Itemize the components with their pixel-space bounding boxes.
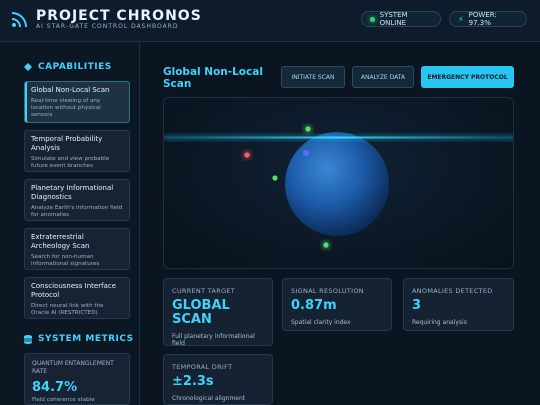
stat-card-signal-resolution: SIGNAL RESOLUTION 0.87m Spatial clarity … [282, 278, 392, 331]
stat-label: TEMPORAL DRIFT [172, 363, 233, 371]
capability-item-temporal-analysis[interactable]: Temporal Probability Analysis Simulate a… [24, 130, 130, 172]
stat-desc: Spatial clarity index [291, 319, 351, 326]
app-subtitle: AI STAR-GATE CONTROL DASHBOARD [36, 23, 179, 30]
anomaly-marker-blue[interactable] [303, 150, 309, 156]
anomaly-marker-green[interactable] [305, 126, 311, 132]
database-icon [24, 334, 32, 344]
globe [285, 132, 389, 236]
stat-value: ±2.3s [172, 374, 214, 389]
stat-value: GLOBAL SCAN [172, 298, 230, 327]
stat-label: SIGNAL RESOLUTION [291, 287, 364, 295]
diamond-icon [24, 63, 32, 71]
analyze-data-label: ANALYZE DATA [360, 73, 406, 81]
stat-desc: Full planetary informational field [172, 333, 255, 347]
lightning-bolt-icon: ⚡ [458, 14, 464, 24]
stat-card-current-target: CURRENT TARGET GLOBAL SCAN Full planetar… [163, 278, 273, 347]
power-label: POWER: 97.3% [468, 11, 497, 27]
stat-value: 0.87m [291, 298, 337, 313]
initiate-scan-label: INITIATE SCAN [291, 73, 335, 81]
analyze-data-button[interactable]: ANALYZE DATA [352, 66, 414, 88]
capabilities-heading: CAPABILITIES [24, 62, 112, 72]
capability-item-planetary-diagnostics[interactable]: Planetary Informational Diagnostics Anal… [24, 179, 130, 221]
anomaly-marker-red[interactable] [244, 152, 250, 158]
stat-card-anomalies-detected: ANOMALIES DETECTED 3 Requiring analysis [403, 278, 514, 331]
capability-item-archeology-scan[interactable]: Extraterrestrial Archeology Scan Search … [24, 228, 130, 270]
stat-label: CURRENT TARGET [172, 287, 236, 295]
emergency-protocol-label: EMERGENCY PROTOCOL [427, 73, 508, 81]
initiate-scan-button[interactable]: INITIATE SCAN [281, 66, 345, 88]
capability-item-global-scan[interactable]: Global Non-Local Scan Real-time viewing … [24, 81, 130, 123]
stat-label: ANOMALIES DETECTED [412, 287, 493, 295]
app-title: PROJECT CHRONOS [36, 8, 202, 24]
metric-label: QUANTUM ENTANGLEMENT RATE [32, 360, 114, 375]
power-status-pill: ⚡ POWER: 97.3% [449, 11, 527, 27]
capability-item-consciousness-interface[interactable]: Consciousness Interface Protocol Direct … [24, 277, 130, 319]
page-title: Global Non-Local Scan [163, 66, 263, 90]
sidebar: CAPABILITIES Global Non-Local Scan Real-… [0, 42, 140, 405]
online-indicator-icon [370, 16, 375, 22]
metric-note: Field coherence stable [32, 397, 95, 403]
stat-card-temporal-drift: TEMPORAL DRIFT ±2.3s Chronological align… [163, 354, 273, 405]
metric-card-entanglement: QUANTUM ENTANGLEMENT RATE 84.7% Field co… [24, 353, 130, 405]
anomaly-marker-green[interactable] [323, 242, 329, 248]
metric-value: 84.7% [32, 380, 78, 395]
wifi-signal-icon [11, 12, 27, 28]
scan-visualization-canvas [164, 124, 513, 250]
system-status-label: SYSTEM ONLINE [379, 11, 408, 27]
app-header: PROJECT CHRONOS AI STAR-GATE CONTROL DAS… [0, 0, 540, 42]
stat-value: 3 [412, 298, 422, 313]
stat-desc: Chronological alignment [172, 395, 246, 402]
scan-visualization [163, 97, 514, 269]
stat-desc: Requiring analysis [412, 319, 467, 326]
emergency-protocol-button[interactable]: EMERGENCY PROTOCOL [421, 66, 514, 88]
anomaly-marker-green[interactable] [272, 175, 278, 181]
scan-line [164, 136, 513, 139]
system-metrics-heading: SYSTEM METRICS [24, 334, 134, 344]
system-status-pill: SYSTEM ONLINE [361, 11, 441, 27]
